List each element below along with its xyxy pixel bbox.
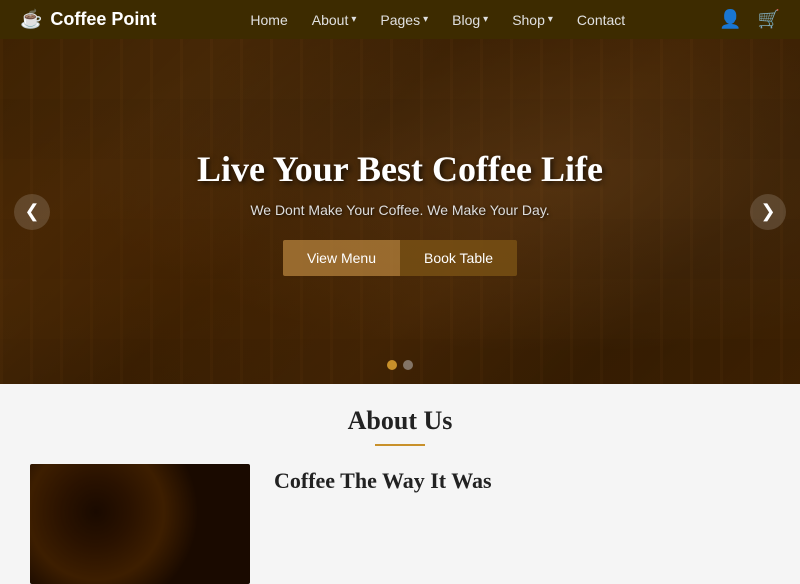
slide-dot-1[interactable] [387, 360, 397, 370]
nav-links: Home About Pages Blog Shop Contact [240, 0, 635, 39]
slide-dot-2[interactable] [403, 360, 413, 370]
about-content: Coffee The Way It Was [0, 464, 800, 584]
nav-contact[interactable]: Contact [567, 0, 635, 39]
book-table-button[interactable]: Book Table [400, 240, 517, 276]
brand-icon: ☕ [20, 9, 42, 30]
next-arrow-icon: ❯ [760, 201, 775, 222]
next-slide-button[interactable]: ❯ [750, 194, 786, 230]
hero-content: Live Your Best Coffee Life We Dont Make … [0, 148, 800, 276]
prev-arrow-icon: ❮ [24, 201, 39, 222]
user-icon[interactable]: 👤 [719, 9, 741, 30]
hero-subtitle: We Dont Make Your Coffee. We Make Your D… [0, 202, 800, 218]
nav-about[interactable]: About [302, 0, 367, 39]
about-section: About Us Coffee The Way It Was [0, 384, 800, 584]
slider-dots [387, 360, 413, 370]
about-image [30, 464, 250, 584]
coffee-heading: Coffee The Way It Was [274, 464, 492, 494]
nav-blog[interactable]: Blog [442, 0, 498, 39]
nav-home[interactable]: Home [240, 0, 297, 39]
prev-slide-button[interactable]: ❮ [14, 194, 50, 230]
about-divider [375, 444, 425, 446]
cart-icon[interactable]: 🛒 [758, 9, 780, 30]
about-heading: About Us [0, 406, 800, 436]
hero-slider: ❮ Live Your Best Coffee Life We Dont Mak… [0, 39, 800, 384]
navbar: ☕ Coffee Point Home About Pages Blog Sho… [0, 0, 800, 39]
nav-icons: 👤 🛒 [719, 9, 780, 30]
brand-name: Coffee Point [50, 9, 156, 30]
view-menu-button[interactable]: View Menu [283, 240, 400, 276]
hero-buttons: View Menu Book Table [0, 240, 800, 276]
hero-title: Live Your Best Coffee Life [0, 148, 800, 190]
nav-shop[interactable]: Shop [502, 0, 563, 39]
brand[interactable]: ☕ Coffee Point [20, 9, 156, 30]
nav-pages[interactable]: Pages [370, 0, 438, 39]
about-text-block: Coffee The Way It Was [274, 464, 492, 494]
